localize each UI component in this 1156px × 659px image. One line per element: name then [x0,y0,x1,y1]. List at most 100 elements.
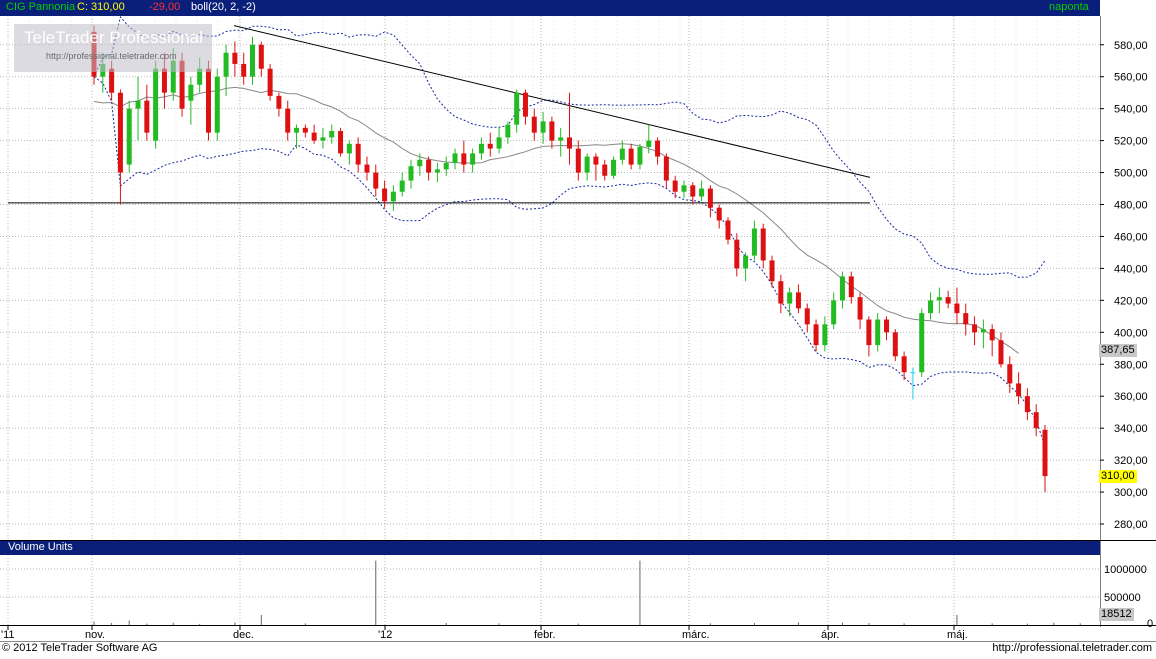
time-tick-label: nov. [85,629,105,640]
candle-body [936,297,942,301]
candle [346,140,352,165]
candle [769,255,775,288]
candle [602,159,608,181]
time-tick-label: febr. [534,629,555,640]
candle-body [646,140,652,147]
volume-tick-label: 500000 [1104,592,1141,604]
price-tick-label: 380,00 [1114,359,1148,371]
candle [936,287,942,314]
volume-tick-label: 1000000 [1104,564,1147,576]
candle [373,164,379,197]
candle-body [611,159,617,176]
candle [487,132,493,157]
candle [839,271,845,309]
price-tick-label: 520,00 [1114,136,1148,148]
price-tick-label: 360,00 [1114,391,1148,403]
price-tick-label: 480,00 [1114,200,1148,212]
candle [672,175,678,199]
indicator-label: boll(20, 2, -2) [191,1,256,13]
candle-body [602,164,608,176]
candle-body [496,137,502,149]
candle [919,308,925,378]
candle-body [989,329,995,341]
price-tick-label: 400,00 [1114,327,1148,339]
candle [681,180,687,199]
candle [267,63,273,101]
candle-body [470,153,476,165]
candle [787,287,793,317]
candle [434,162,440,183]
candle-body [628,148,634,165]
price-change: -29,00 [149,1,181,13]
candle-body [250,44,255,77]
candle-body [884,319,889,333]
candle [584,153,590,181]
candle-body [980,329,986,333]
candle [663,153,669,189]
candle [496,127,502,154]
time-axis: '11 nov. dec. '12 febr. márc. ápr. máj. [1,626,968,640]
candle [734,233,740,277]
candle [250,36,255,85]
candle [822,316,828,352]
time-tick-label: '11 [1,629,15,640]
candle [848,271,854,304]
candle-body [760,228,766,261]
candle-body [690,185,696,197]
time-tick-label: ápr. [821,629,839,640]
candle [875,313,881,352]
candle-body [478,143,484,154]
logo-title: TeleTrader Professional [24,28,203,47]
candle [294,124,300,149]
candle-body [619,148,625,160]
candle-body [346,143,352,154]
candle [144,84,150,141]
candle [813,319,819,352]
time-tick-label: '12 [378,629,392,640]
price-tick-label: 340,00 [1114,423,1148,435]
volume-last-tag: 18512 [1099,608,1134,621]
candle [954,287,960,325]
candle [857,292,863,330]
teletrader-logo: TeleTrader Professional http://professio… [14,24,212,72]
close-price: C: 310,00 [77,1,125,13]
candle-body [223,52,229,77]
candle [892,329,898,362]
candle-body [382,188,388,202]
candle [725,217,731,245]
candle-body [998,340,1004,365]
candle [963,303,969,336]
candle [699,180,705,202]
candle-body [505,124,511,138]
candle-body [188,84,194,101]
candle-body [426,159,432,173]
candle-body [487,143,493,149]
volume-chart[interactable] [0,555,1100,625]
candle-body [928,300,934,314]
candle-body [892,332,898,357]
candle [338,127,344,157]
candle-body [751,228,757,256]
candle [945,290,951,309]
candle-body [813,324,819,346]
candle-body [945,297,951,304]
candle [426,156,432,181]
candle-body [1042,429,1048,477]
candle [980,319,986,349]
price-tick-label: 580,00 [1114,40,1148,52]
candle-body [267,68,273,96]
candle-body [866,319,872,346]
bollinger-middle-line [93,86,1019,354]
candle-body [743,255,749,269]
candle [831,292,837,330]
candle-body [672,180,678,192]
candle-body [338,131,344,154]
candle-body [875,319,881,346]
candle-body [804,308,810,325]
candle-body [769,260,775,282]
candle [628,143,634,170]
candle-body [452,153,458,163]
price-chart[interactable] [0,16,1100,540]
candle-body [716,207,722,221]
candle [549,116,555,149]
